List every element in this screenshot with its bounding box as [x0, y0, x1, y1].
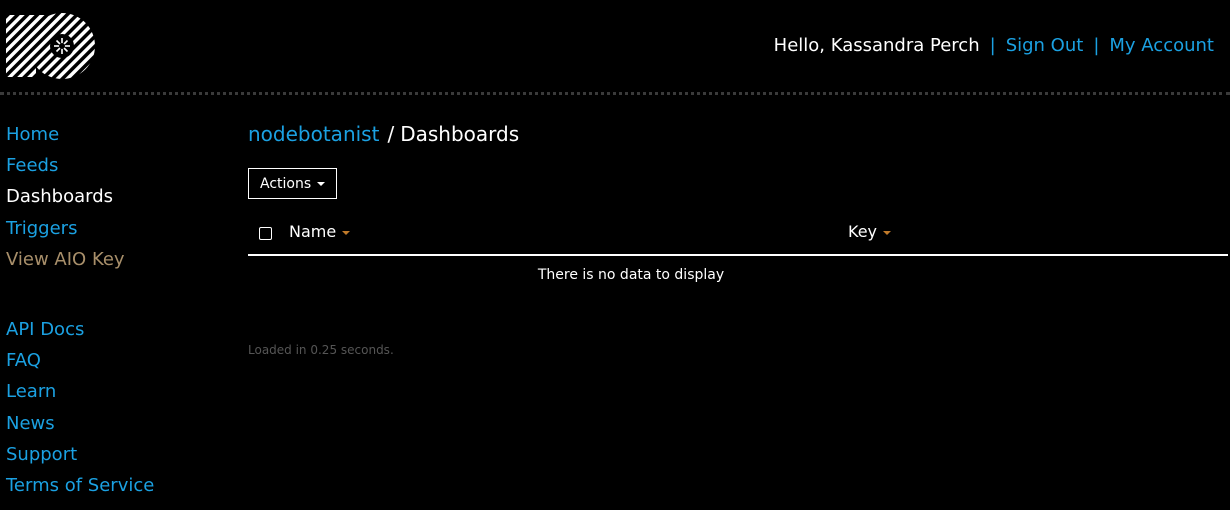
sidebar-item-feeds[interactable]: Feeds	[6, 150, 226, 181]
sidebar-item-support[interactable]: Support	[6, 439, 226, 470]
sort-caret-icon	[342, 230, 351, 235]
sidebar-item-api-docs[interactable]: API Docs	[6, 314, 226, 345]
sidebar-item-home[interactable]: Home	[6, 119, 226, 150]
breadcrumb: nodebotanist / Dashboards	[248, 120, 1228, 148]
sidebar-item-learn[interactable]: Learn	[6, 376, 226, 407]
nav-separator: |	[1093, 35, 1100, 56]
column-header-name-label: Name	[289, 222, 337, 241]
sidebar-item-triggers[interactable]: Triggers	[6, 213, 226, 244]
actions-dropdown-button[interactable]: Actions	[248, 168, 338, 199]
column-header-key-label: Key	[848, 222, 878, 241]
actions-button-label: Actions	[260, 176, 312, 192]
sidebar-item-dashboards[interactable]: Dashboards	[6, 181, 226, 212]
sign-out-link[interactable]: Sign Out	[1006, 35, 1084, 56]
sidebar-item-view-aio-key[interactable]: View AIO Key	[6, 244, 226, 275]
sidebar-item-terms-of-service[interactable]: Terms of Service	[6, 470, 226, 501]
breadcrumb-user-link[interactable]: nodebotanist	[248, 122, 379, 146]
load-time-text: Loaded in 0.25 seconds.	[248, 343, 394, 357]
sidebar: Home Feeds Dashboards Triggers View AIO …	[6, 119, 226, 501]
user-greeting: Hello, Kassandra Perch	[773, 35, 980, 56]
select-all-checkbox[interactable]	[259, 227, 272, 240]
column-header-name[interactable]: Name	[289, 220, 351, 244]
site-header: Hello, Kassandra Perch | Sign Out | My Accou…	[0, 0, 1230, 92]
table-header-rule	[248, 254, 1228, 256]
user-nav: Hello, Kassandra Perch | Sign Out | My Accou…	[774, 34, 1214, 58]
header-divider	[0, 92, 1230, 95]
my-account-link[interactable]: My Account	[1109, 35, 1214, 56]
breadcrumb-separator: /	[387, 122, 395, 146]
io-logo-icon	[6, 13, 95, 79]
caret-down-icon	[317, 182, 326, 186]
table-header: Name Key	[248, 216, 1228, 252]
column-header-key[interactable]: Key	[848, 220, 892, 244]
nav-separator: |	[989, 35, 996, 56]
sort-caret-icon	[883, 230, 892, 235]
empty-state-message: There is no data to display	[537, 267, 725, 283]
main-content: nodebotanist / Dashboards Actions Name Key…	[248, 120, 1228, 357]
page-title: Dashboards	[400, 122, 520, 146]
sidebar-item-faq[interactable]: FAQ	[6, 345, 226, 376]
io-logo[interactable]	[4, 11, 96, 79]
sidebar-item-news[interactable]: News	[6, 408, 226, 439]
